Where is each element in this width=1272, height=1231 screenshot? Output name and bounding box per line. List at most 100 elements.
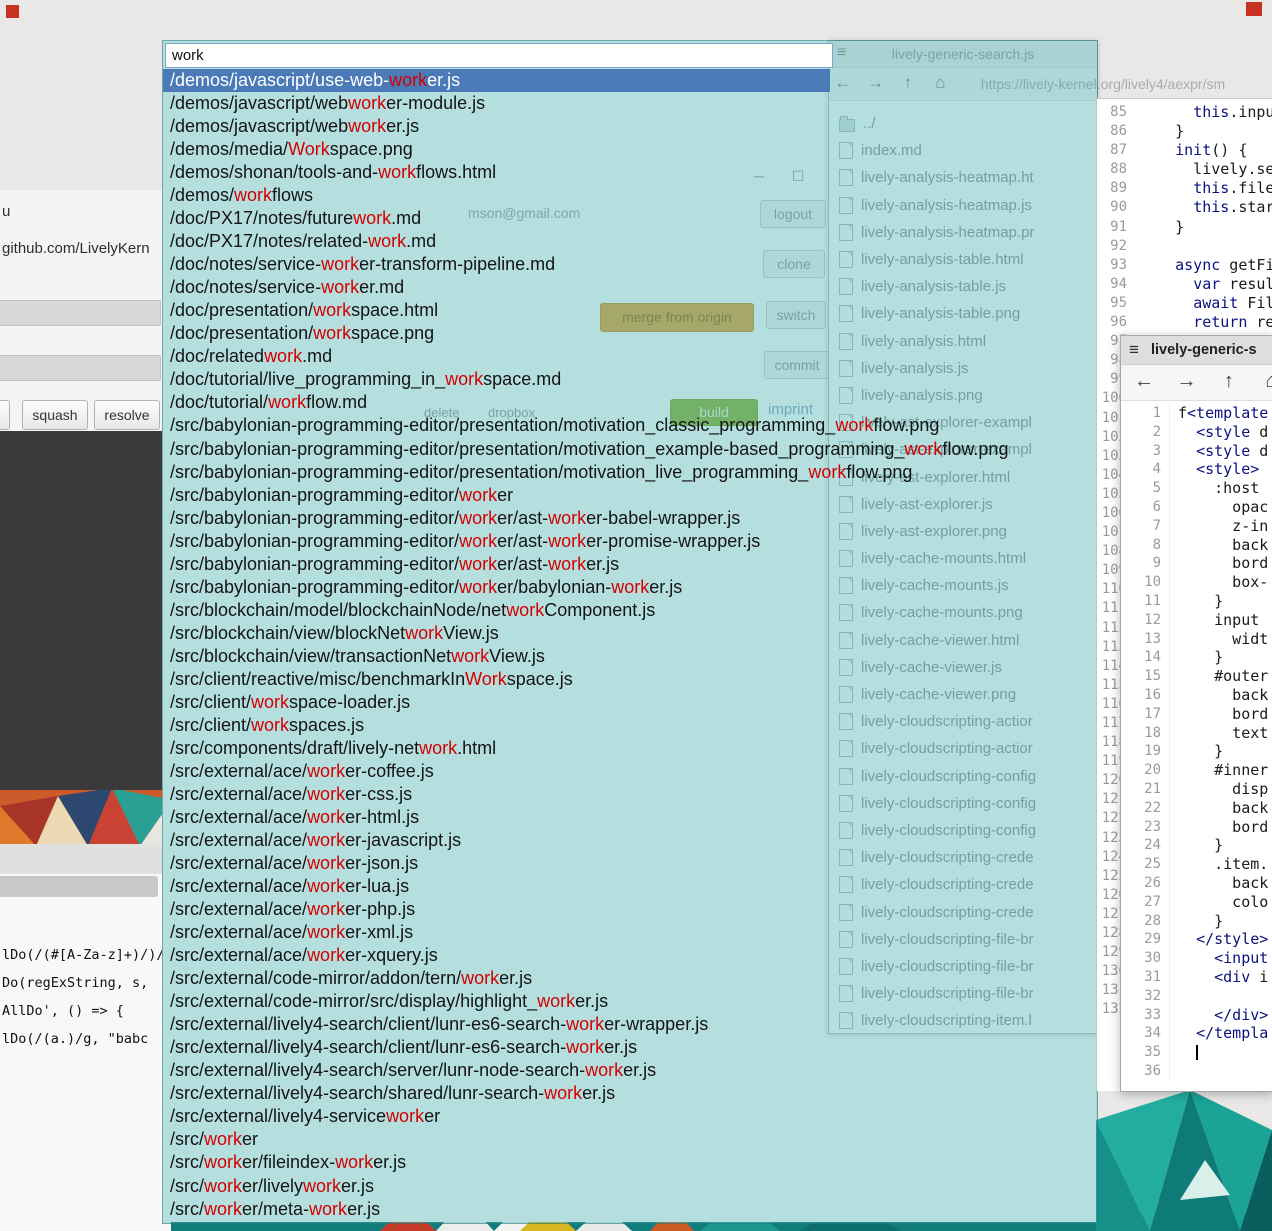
code-line[interactable]: 25 .item. xyxy=(1121,855,1272,874)
code-line[interactable]: 14 } xyxy=(1121,648,1272,667)
search-result-row[interactable]: /demos/javascript/webworker-module.js xyxy=(163,92,1097,115)
search-result-row[interactable]: /src/babylonian-programming-editor/worke… xyxy=(163,530,1097,553)
search-result-row[interactable]: /src/external/code-mirror/src/display/hi… xyxy=(163,990,1097,1013)
search-result-row[interactable]: /doc/PX17/notes/futurework.md xyxy=(163,207,1097,230)
code-line[interactable]: 26 back xyxy=(1121,874,1272,893)
search-result-row[interactable]: /demos/javascript/use-web-worker.js xyxy=(163,69,830,92)
code-line[interactable]: 19 } xyxy=(1121,742,1272,761)
code-line[interactable]: 3 <style d xyxy=(1121,442,1272,461)
code-line[interactable]: 36 xyxy=(1121,1062,1272,1081)
search-result-row[interactable]: /src/external/ace/worker-lua.js xyxy=(163,875,1097,898)
search-result-row[interactable]: /src/external/lively4-search/client/lunr… xyxy=(163,1036,1097,1059)
search-result-row[interactable]: /src/external/ace/worker-json.js xyxy=(163,852,1097,875)
code-line[interactable]: 2 <style d xyxy=(1121,423,1272,442)
code-line[interactable]: 29 </style> xyxy=(1121,930,1272,949)
search-input[interactable]: work xyxy=(165,43,833,68)
search-result-row[interactable]: /doc/presentation/workspace.png xyxy=(163,322,1097,345)
search-result-row[interactable]: /doc/notes/service-worker-transform-pipe… xyxy=(163,253,1097,276)
search-result-row[interactable]: /src/external/ace/worker-html.js xyxy=(163,806,1097,829)
code-line[interactable]: 18 text xyxy=(1121,724,1272,743)
code-line[interactable]: 30 <input xyxy=(1121,949,1272,968)
code-line[interactable]: 9 bord xyxy=(1121,554,1272,573)
code-line[interactable]: 34 </templa xyxy=(1121,1024,1272,1043)
code-line[interactable]: 87 init() { xyxy=(1097,141,1272,160)
squash-button[interactable]: squash xyxy=(22,400,88,430)
code-line[interactable]: 28 } xyxy=(1121,912,1272,931)
up-icon[interactable]: ↑ xyxy=(1214,370,1244,393)
home-icon[interactable]: ⌂ xyxy=(1256,370,1272,393)
code-line[interactable]: 27 colo xyxy=(1121,893,1272,912)
search-result-row[interactable]: /src/external/ace/worker-xquery.js xyxy=(163,944,1097,967)
code-line[interactable]: 15 #outer xyxy=(1121,667,1272,686)
search-result-row[interactable]: /src/babylonian-programming-editor/prese… xyxy=(163,414,1097,437)
code-line[interactable]: 24 } xyxy=(1121,836,1272,855)
code-line[interactable]: 90 this.star xyxy=(1097,198,1272,217)
desktop-item-red[interactable] xyxy=(1246,2,1262,16)
search-result-row[interactable]: /src/babylonian-programming-editor/worke… xyxy=(163,507,1097,530)
code-line[interactable]: 23 bord xyxy=(1121,818,1272,837)
back-icon[interactable]: ← xyxy=(1129,370,1159,393)
search-result-row[interactable]: /src/blockchain/view/blockNetworkView.js xyxy=(163,622,1097,645)
desktop-item-red[interactable] xyxy=(6,5,19,18)
code-line[interactable]: 4 <style> xyxy=(1121,460,1272,479)
code-line[interactable]: 16 back xyxy=(1121,686,1272,705)
search-result-row[interactable]: /doc/tutorial/live_programming_in_worksp… xyxy=(163,368,1097,391)
search-result-row[interactable]: /src/babylonian-programming-editor/worke… xyxy=(163,576,1097,599)
search-result-row[interactable]: /src/worker xyxy=(163,1128,1097,1151)
code-line[interactable]: 6 opac xyxy=(1121,498,1272,517)
search-result-row[interactable]: /src/blockchain/view/transactionNetworkV… xyxy=(163,645,1097,668)
code-line[interactable]: 35 xyxy=(1121,1043,1272,1062)
search-result-row[interactable]: /src/external/lively4-search/client/lunr… xyxy=(163,1013,1097,1036)
code-line[interactable]: 10 box- xyxy=(1121,573,1272,592)
search-result-row[interactable]: /demos/shonan/tools-and-workflows.html xyxy=(163,161,1097,184)
code-line[interactable]: 89 this.file xyxy=(1097,179,1272,198)
search-result-row[interactable]: /src/babylonian-programming-editor/prese… xyxy=(163,461,1097,484)
input-field[interactable] xyxy=(0,355,161,381)
search-result-row[interactable]: /src/client/reactive/misc/benchmarkInWor… xyxy=(163,668,1097,691)
code-line[interactable]: 7 z-in xyxy=(1121,517,1272,536)
search-result-row[interactable]: /src/client/workspace-loader.js xyxy=(163,691,1097,714)
code-line[interactable]: 95 await Fil xyxy=(1097,294,1272,313)
search-result-row[interactable]: /src/external/lively4-search/shared/lunr… xyxy=(163,1082,1097,1105)
input-field[interactable] xyxy=(0,300,161,326)
code-line[interactable]: 11 } xyxy=(1121,592,1272,611)
search-result-row[interactable]: /src/external/ace/worker-coffee.js xyxy=(163,760,1097,783)
search-result-row[interactable]: /src/blockchain/model/blockchainNode/net… xyxy=(163,599,1097,622)
search-result-row[interactable]: /src/worker/fileindex-worker.js xyxy=(163,1151,1097,1174)
search-result-row[interactable]: /src/external/lively4-search/server/lunr… xyxy=(163,1059,1097,1082)
code-line[interactable]: 8 back xyxy=(1121,536,1272,555)
search-result-row[interactable]: /doc/PX17/notes/related-work.md xyxy=(163,230,1097,253)
search-result-row[interactable]: /src/worker/livelyworker.js xyxy=(163,1175,1097,1198)
code-line[interactable]: 21 disp xyxy=(1121,780,1272,799)
search-result-row[interactable]: /demos/media/Workspace.png xyxy=(163,138,1097,161)
code-line[interactable]: 32 xyxy=(1121,987,1272,1006)
search-result-row[interactable]: /src/external/code-mirror/addon/tern/wor… xyxy=(163,967,1097,990)
search-result-row[interactable]: /src/babylonian-programming-editor/worke… xyxy=(163,484,1097,507)
forward-icon[interactable]: → xyxy=(1171,370,1201,393)
code-line[interactable]: 1f<template xyxy=(1121,404,1272,423)
code-line[interactable]: 86 } xyxy=(1097,122,1272,141)
hamburger-icon[interactable]: ≡ xyxy=(1129,340,1139,360)
search-result-row[interactable]: /src/babylonian-programming-editor/worke… xyxy=(163,553,1097,576)
code-line[interactable]: 91 } xyxy=(1097,218,1272,237)
search-result-row[interactable]: /src/external/ace/worker-php.js xyxy=(163,898,1097,921)
search-result-row[interactable]: /doc/relatedwork.md xyxy=(163,345,1097,368)
search-result-row[interactable]: /src/worker/meta-worker.js xyxy=(163,1198,1097,1221)
search-result-row[interactable]: /doc/notes/service-worker.md xyxy=(163,276,1097,299)
search-result-row[interactable]: /src/client/workspaces.js xyxy=(163,714,1097,737)
code-line[interactable]: 17 bord xyxy=(1121,705,1272,724)
panel-bar[interactable] xyxy=(0,876,158,897)
search-result-row[interactable]: /src/components/draft/lively-network.htm… xyxy=(163,737,1097,760)
editor-title-bar[interactable]: ≡ lively-generic-s xyxy=(1121,336,1272,365)
search-result-row[interactable]: /demos/javascript/webworker.js xyxy=(163,115,1097,138)
code-line[interactable]: 93 async getFi xyxy=(1097,256,1272,275)
search-result-row[interactable]: /demos/workflows xyxy=(163,184,1097,207)
cut-button[interactable]: f xyxy=(0,400,10,430)
code-line[interactable]: 33 </div> xyxy=(1121,1006,1272,1025)
code-line[interactable]: 20 #inner xyxy=(1121,761,1272,780)
code-line[interactable]: 22 back xyxy=(1121,799,1272,818)
code-line[interactable]: 12 input xyxy=(1121,611,1272,630)
search-result-row[interactable]: /src/external/ace/worker-css.js xyxy=(163,783,1097,806)
code-line[interactable]: 92 xyxy=(1097,237,1272,256)
code-line[interactable]: 85 this.inpu xyxy=(1097,103,1272,122)
